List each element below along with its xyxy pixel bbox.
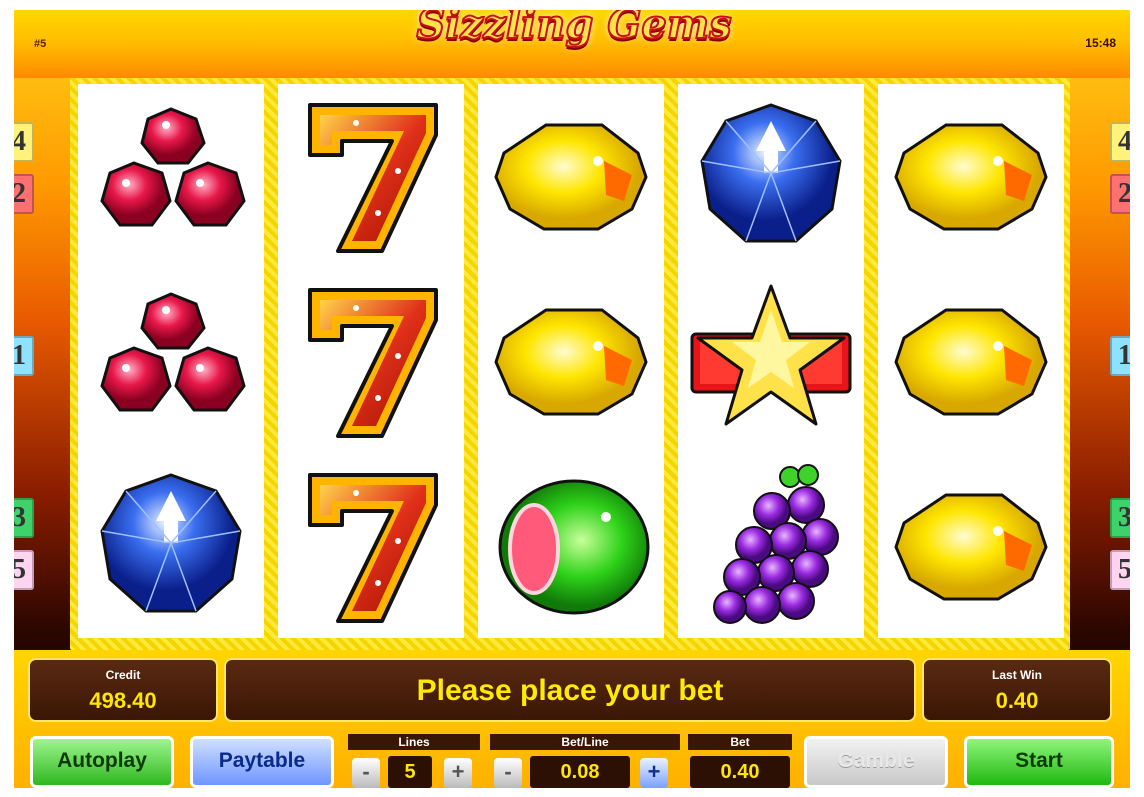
- reel-5: [878, 84, 1064, 638]
- star-icon: [690, 284, 852, 426]
- red-gem-cluster-icon: [100, 107, 246, 227]
- yellow-gem-icon: [894, 123, 1048, 231]
- credit-value: 498.40: [89, 688, 157, 713]
- seven-symbol: [278, 84, 464, 268]
- purple-grapes-icon: [713, 464, 839, 624]
- seven-symbol: [278, 269, 464, 453]
- yellow-gem-symbol: [878, 84, 1064, 268]
- bet-label: Bet: [688, 734, 792, 750]
- green-gem-icon: [498, 479, 650, 615]
- header: Sizzling Gems #5 15:48: [14, 10, 1130, 78]
- seven-icon: [308, 103, 438, 253]
- bet-line-minus-button[interactable]: -: [494, 758, 522, 788]
- blue-diamond-symbol: [678, 84, 864, 268]
- machine-id: #5: [34, 38, 47, 50]
- red-gem-cluster-symbol: [78, 269, 264, 453]
- last-win-value: 0.40: [995, 688, 1039, 713]
- bet-line-plus-button[interactable]: +: [640, 758, 668, 788]
- yellow-gem-symbol: [878, 269, 1064, 453]
- blue-diamond-icon: [100, 473, 242, 613]
- payline-marker-3[interactable]: 3: [14, 498, 34, 538]
- game-screen: Sizzling Gems #5 15:48 4 2 1 3 5 4 2 1 3 5 Credi…: [14, 10, 1130, 788]
- payline-marker-5[interactable]: 5: [1110, 550, 1130, 590]
- reel-frame: [70, 78, 1070, 650]
- bet-line-label: Bet/Line: [490, 734, 680, 750]
- red-gem-cluster-symbol: [78, 84, 264, 268]
- bet-line-value: 0.08: [530, 756, 630, 788]
- seven-symbol: [278, 454, 464, 638]
- message-display: Please place your bet: [224, 658, 916, 722]
- credit-display: Credit 498.40: [28, 658, 218, 722]
- yellow-gem-symbol: [478, 84, 664, 268]
- yellow-gem-icon: [494, 308, 648, 416]
- credit-label: Credit: [105, 668, 141, 682]
- yellow-gem-icon: [894, 308, 1048, 416]
- status-message: Please place your bet: [416, 674, 724, 707]
- last-win-label: Last Win: [992, 668, 1042, 682]
- last-win-display: Last Win 0.40: [922, 658, 1112, 722]
- payline-marker-5[interactable]: 5: [14, 550, 34, 590]
- payline-marker-1[interactable]: 1: [14, 336, 34, 376]
- bet-line-control: Bet/Line - 0.08 +: [490, 734, 680, 788]
- seven-icon: [308, 473, 438, 623]
- bet-value: 0.40: [690, 756, 790, 788]
- payline-marker-1[interactable]: 1: [1110, 336, 1130, 376]
- star-symbol: [678, 269, 864, 453]
- payline-marker-3[interactable]: 3: [1110, 498, 1130, 538]
- lines-value: 5: [388, 756, 432, 788]
- clock: 15:48: [1085, 36, 1116, 50]
- start-button[interactable]: Start: [964, 736, 1114, 788]
- autoplay-button[interactable]: Autoplay: [30, 736, 174, 788]
- seven-icon: [308, 288, 438, 438]
- yellow-gem-icon: [494, 123, 648, 231]
- yellow-gem-symbol: [878, 454, 1064, 638]
- yellow-gem-symbol: [478, 269, 664, 453]
- reel-1: [78, 84, 264, 638]
- payline-marker-4[interactable]: 4: [1110, 122, 1130, 162]
- yellow-gem-icon: [894, 493, 1048, 601]
- blue-diamond-symbol: [78, 454, 264, 638]
- lines-plus-button[interactable]: +: [444, 758, 472, 788]
- reel-2: [278, 84, 464, 638]
- bet-control: Bet 0.40: [688, 734, 792, 788]
- reel-4: [678, 84, 864, 638]
- lines-control: Lines - 5 +: [348, 734, 480, 788]
- red-gem-cluster-icon: [100, 292, 246, 412]
- payline-marker-2[interactable]: 2: [1110, 174, 1130, 214]
- blue-diamond-icon: [700, 103, 842, 243]
- green-gem-symbol: [478, 454, 664, 638]
- lines-minus-button[interactable]: -: [352, 758, 380, 788]
- payline-marker-4[interactable]: 4: [14, 122, 34, 162]
- game-logo: Sizzling Gems: [415, 10, 732, 49]
- gamble-button[interactable]: Gamble: [804, 736, 948, 788]
- payline-marker-2[interactable]: 2: [14, 174, 34, 214]
- paytable-button[interactable]: Paytable: [190, 736, 334, 788]
- control-panel: Credit 498.40 Please place your bet Last…: [14, 650, 1130, 788]
- lines-label: Lines: [348, 734, 480, 750]
- reel-3: [478, 84, 664, 638]
- purple-grapes-symbol: [678, 454, 864, 638]
